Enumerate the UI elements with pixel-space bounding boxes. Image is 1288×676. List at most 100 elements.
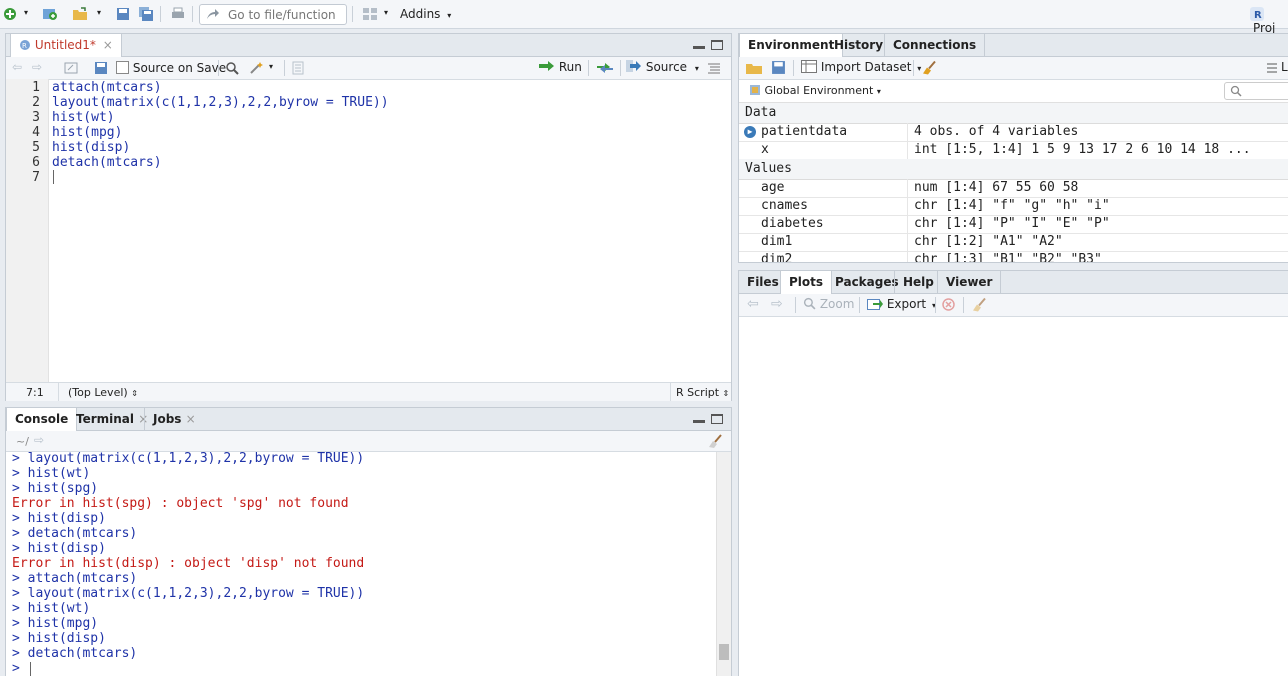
zoom-button[interactable]: Zoom: [803, 297, 854, 311]
object-name: dim2: [761, 252, 793, 262]
run-button[interactable]: Run: [539, 60, 582, 74]
close-tab-icon[interactable]: ×: [186, 412, 196, 426]
code-tools-wand-icon[interactable]: [249, 61, 263, 75]
code-line[interactable]: layout(matrix(c(1,1,2,3),2,2,byrow = TRU…: [52, 95, 389, 110]
maximize-icon[interactable]: [711, 414, 723, 424]
data-section-header: Data: [739, 103, 1288, 124]
source-button[interactable]: Source ▾: [626, 60, 699, 74]
environment-row[interactable]: x int [1:5, 1:4] 1 5 9 13 17 2 6 10 14 18…: [739, 141, 1288, 160]
values-section-header: Values: [739, 159, 1288, 180]
tab-viewer[interactable]: Viewer: [937, 271, 1002, 293]
plots-tabbar: Files Plots Packages Help Viewer: [739, 271, 1288, 294]
search-icon[interactable]: [225, 61, 239, 75]
global-environment-dropdown[interactable]: Global Environment ▾: [749, 84, 881, 97]
project-menu[interactable]: R Proj: [1250, 6, 1288, 35]
maximize-icon[interactable]: [711, 40, 723, 50]
save-file-icon[interactable]: [94, 61, 108, 75]
tab-terminal-label: Terminal: [76, 412, 135, 426]
outline-icon[interactable]: [708, 62, 720, 74]
clear-workspace-broom-icon[interactable]: [921, 60, 937, 75]
load-workspace-icon[interactable]: [745, 60, 763, 75]
line-number: 6: [32, 155, 40, 170]
code-area[interactable]: 1 attach(mtcars) 2 layout(matrix(c(1,1,2,3)…: [6, 79, 731, 382]
addins-menu[interactable]: Addins ▾: [400, 7, 451, 21]
zoom-icon: [803, 297, 816, 310]
minimize-icon[interactable]: [693, 414, 705, 424]
compile-report-icon[interactable]: [291, 61, 305, 75]
new-file-icon[interactable]: [2, 6, 18, 22]
pane-layout-icon[interactable]: [362, 6, 378, 22]
import-dataset-button[interactable]: Import Dataset ▾: [801, 60, 921, 74]
code-line[interactable]: detach(mtcars): [52, 155, 162, 170]
scope-selector[interactable]: (Top Level) ⇕: [68, 386, 138, 399]
code-line[interactable]: hist(wt): [52, 110, 115, 125]
tab-connections[interactable]: Connections: [884, 34, 986, 56]
environment-row[interactable]: cnames chr [1:4] "f" "g" "h" "i": [739, 197, 1288, 216]
tab-jobs[interactable]: Jobs ×: [144, 408, 204, 430]
language-selector[interactable]: R Script ⇕: [676, 386, 729, 399]
export-button[interactable]: Export ▾: [867, 297, 936, 311]
environment-row[interactable]: dim2 chr [1:3] "B1" "B2" "B3": [739, 251, 1288, 262]
tab-console[interactable]: Console: [6, 408, 78, 431]
list-view-icon[interactable]: [1267, 63, 1277, 73]
pane-layout-dropdown-icon[interactable]: ▾: [384, 8, 388, 17]
minimize-icon[interactable]: [693, 40, 705, 50]
console-scrollbar[interactable]: [716, 452, 731, 676]
open-file-icon[interactable]: [72, 6, 88, 22]
save-workspace-icon[interactable]: [771, 60, 786, 75]
object-name: age: [761, 180, 785, 195]
environment-row[interactable]: dim1 chr [1:2] "A1" "A2": [739, 233, 1288, 252]
environment-search-input[interactable]: [1224, 82, 1288, 100]
status-divider: [670, 383, 671, 401]
console-scroll-thumb[interactable]: [719, 644, 729, 660]
previous-plot-icon[interactable]: ⇦: [747, 296, 759, 312]
tab-untitled1[interactable]: R Untitled1* ×: [10, 34, 122, 57]
goto-arrow-icon: [207, 9, 219, 19]
code-line[interactable]: hist(disp): [52, 140, 130, 155]
code-tools-dropdown-icon[interactable]: ▾: [269, 62, 273, 71]
console-output[interactable]: > layout(matrix(c(1,1,2,3),2,2,byrow = T…: [6, 452, 715, 676]
print-icon[interactable]: [170, 6, 186, 22]
tab-history[interactable]: History: [826, 34, 891, 56]
next-plot-icon[interactable]: ⇨: [771, 296, 783, 312]
clear-plots-broom-icon[interactable]: [971, 297, 987, 312]
toolbar-separator: [192, 6, 193, 22]
tab-help[interactable]: Help: [894, 271, 942, 293]
source-on-save-checkbox[interactable]: Source on Save: [116, 61, 226, 75]
status-divider: [58, 383, 59, 401]
back-arrow-icon[interactable]: ⇦: [12, 60, 22, 74]
goto-file-function-input[interactable]: Go to file/function: [199, 4, 347, 25]
remove-plot-icon[interactable]: [942, 298, 955, 311]
console-input-line: > layout(matrix(c(1,1,2,3),2,2,byrow = T…: [12, 452, 365, 466]
save-icon[interactable]: [115, 6, 131, 22]
main-toolbar: ▾ ▾ Go to file/function ▾ Addins ▾ R Pro…: [0, 0, 1288, 35]
new-file-dropdown-icon[interactable]: ▾: [24, 8, 28, 17]
tab-packages-label: Packages: [835, 275, 899, 289]
rerun-icon[interactable]: [596, 61, 614, 75]
tab-plots[interactable]: Plots: [780, 271, 833, 294]
save-all-icon[interactable]: [138, 6, 154, 22]
console-cursor: [30, 662, 31, 676]
line-number: 5: [32, 140, 40, 155]
forward-arrow-icon[interactable]: ⇨: [32, 60, 42, 74]
expand-object-icon[interactable]: ▶: [744, 126, 756, 138]
object-value: chr [1:4] "f" "g" "h" "i": [914, 198, 1110, 213]
column-divider: [907, 233, 908, 251]
open-file-dropdown-icon[interactable]: ▾: [97, 8, 101, 17]
export-label: Export: [886, 297, 927, 311]
code-line[interactable]: hist(mpg): [52, 125, 122, 140]
goto-dir-icon[interactable]: ⇨: [34, 433, 44, 447]
close-tab-icon[interactable]: ×: [103, 38, 113, 52]
console-error-line: Error in hist(spg) : object 'spg' not fo…: [12, 496, 349, 511]
new-project-icon[interactable]: [42, 6, 58, 22]
show-in-window-icon[interactable]: [64, 61, 78, 75]
clear-console-broom-icon[interactable]: [707, 434, 723, 448]
environment-row[interactable]: ▶ patientdata 4 obs. of 4 variables: [739, 123, 1288, 142]
source-dropdown-icon: ▾: [694, 64, 699, 73]
toolbar-separator: [913, 60, 914, 76]
column-divider: [907, 123, 908, 141]
code-line[interactable]: attach(mtcars): [52, 80, 162, 95]
column-divider: [907, 179, 908, 197]
environment-row[interactable]: age num [1:4] 67 55 60 58: [739, 179, 1288, 198]
environment-row[interactable]: diabetes chr [1:4] "P" "I" "E" "P": [739, 215, 1288, 234]
